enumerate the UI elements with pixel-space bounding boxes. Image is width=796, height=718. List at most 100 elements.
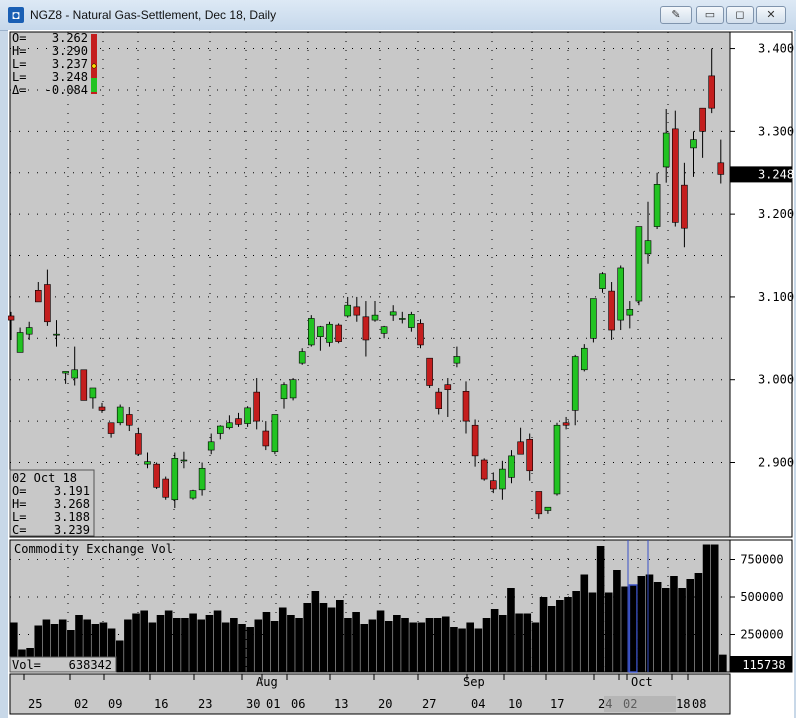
volume-bar[interactable] [604, 592, 613, 673]
candle-down[interactable] [8, 315, 15, 321]
volume-bar[interactable] [637, 576, 646, 672]
volume-bar[interactable] [295, 618, 303, 672]
volume-bar[interactable] [710, 544, 719, 673]
volume-bar[interactable] [450, 627, 458, 672]
candle-down[interactable] [107, 422, 115, 434]
candle-down[interactable] [162, 478, 169, 498]
candle-up[interactable] [408, 314, 415, 328]
volume-bar[interactable] [205, 615, 214, 672]
candle-up[interactable] [53, 333, 60, 336]
volume-bar[interactable] [702, 544, 711, 673]
volume-bar[interactable] [360, 624, 369, 672]
volume-bar[interactable] [393, 615, 401, 672]
volume-bar[interactable] [140, 610, 148, 673]
candle-up[interactable] [380, 326, 388, 334]
candle-up[interactable] [25, 327, 33, 335]
candle-down[interactable] [135, 433, 142, 455]
candle-down[interactable] [444, 384, 452, 390]
candle-down[interactable] [471, 424, 479, 457]
candle-up[interactable] [62, 371, 69, 374]
volume-bar[interactable] [270, 621, 279, 672]
candle-up[interactable] [71, 369, 79, 379]
candle-down[interactable] [153, 463, 160, 488]
candle-up[interactable] [599, 273, 606, 289]
volume-bar[interactable] [580, 574, 589, 673]
candle-down[interactable] [235, 418, 242, 425]
candle-up[interactable] [690, 139, 697, 149]
volume-bar[interactable] [531, 622, 540, 673]
candle-down[interactable] [462, 390, 470, 422]
candle-down[interactable] [526, 439, 534, 472]
candle-up[interactable] [653, 184, 661, 227]
chart-canvas[interactable]: 2.900 3.000 3.100 3.200 3.300 3.400 3.248 O= 3.2… [8, 30, 794, 718]
candle-up[interactable] [289, 379, 297, 399]
volume-bar[interactable] [336, 600, 344, 672]
candle-down[interactable] [480, 459, 488, 480]
candle-down[interactable] [426, 357, 433, 386]
volume-bar[interactable] [246, 627, 254, 672]
candle-up[interactable] [298, 351, 306, 364]
candle-down[interactable] [699, 107, 706, 132]
volume-bar[interactable] [499, 615, 507, 672]
volume-bar[interactable] [515, 613, 523, 673]
candle-down[interactable] [535, 491, 543, 515]
volume-bar[interactable] [441, 616, 450, 673]
candle-down[interactable] [517, 441, 524, 455]
volume-bar[interactable] [417, 622, 426, 673]
candle-up[interactable] [189, 490, 197, 499]
volume-bar[interactable] [376, 610, 385, 673]
restore-button[interactable]: ◻ [726, 6, 754, 24]
candle-down[interactable] [44, 284, 51, 323]
candle-down[interactable] [435, 391, 443, 409]
candle-down[interactable] [262, 430, 270, 447]
volume-bar[interactable] [213, 610, 222, 673]
volume-bar[interactable] [564, 597, 572, 672]
volume-bar[interactable] [124, 619, 132, 673]
candle-down[interactable] [98, 406, 106, 411]
volume-bar[interactable] [303, 603, 311, 672]
candle-down[interactable] [608, 290, 615, 331]
volume-bar[interactable] [670, 576, 678, 672]
volume-bar[interactable] [344, 618, 352, 672]
pin-icon[interactable]: ✎ [660, 6, 692, 24]
volume-bar[interactable] [547, 606, 556, 672]
candle-up[interactable] [571, 356, 579, 411]
volume-bar[interactable] [539, 597, 548, 672]
candle-down[interactable] [671, 128, 679, 223]
volume-bar[interactable] [425, 618, 434, 672]
candle-up[interactable] [453, 356, 461, 364]
volume-bar[interactable] [466, 622, 474, 673]
volume-bar[interactable] [401, 618, 409, 672]
candle-down[interactable] [34, 289, 42, 303]
candle-up[interactable] [180, 459, 188, 462]
candle-down[interactable] [681, 184, 688, 229]
volume-bar[interactable] [645, 574, 654, 673]
candle-up[interactable] [626, 309, 634, 316]
candle-up[interactable] [553, 424, 561, 495]
candle-up[interactable] [116, 406, 124, 424]
volume-bar[interactable] [482, 618, 491, 672]
volume-bar[interactable] [368, 619, 377, 673]
candle-up[interactable] [398, 318, 406, 320]
candle-up[interactable] [244, 407, 251, 424]
candle-down[interactable] [335, 324, 342, 342]
volume-bar[interactable] [254, 619, 263, 673]
volume-bar[interactable] [678, 588, 686, 672]
volume-bar[interactable] [686, 579, 695, 672]
candle-down[interactable] [717, 162, 725, 175]
minimize-button[interactable]: ▭ [696, 6, 724, 24]
candle-up[interactable] [344, 304, 352, 317]
volume-bar[interactable] [409, 622, 417, 673]
volume-bar[interactable] [458, 628, 466, 673]
candle-up[interactable] [508, 455, 515, 478]
candle-up[interactable] [317, 326, 324, 337]
candle-down[interactable] [417, 323, 424, 346]
volume-bar[interactable] [278, 607, 287, 673]
candle-down[interactable] [362, 316, 370, 341]
volume-bar[interactable] [262, 612, 271, 672]
volume-bar-highlighted[interactable] [628, 584, 638, 673]
volume-bar[interactable] [474, 628, 483, 673]
candle-down[interactable] [126, 414, 133, 426]
volume-bar[interactable] [311, 591, 320, 672]
volume-bar[interactable] [613, 570, 621, 672]
